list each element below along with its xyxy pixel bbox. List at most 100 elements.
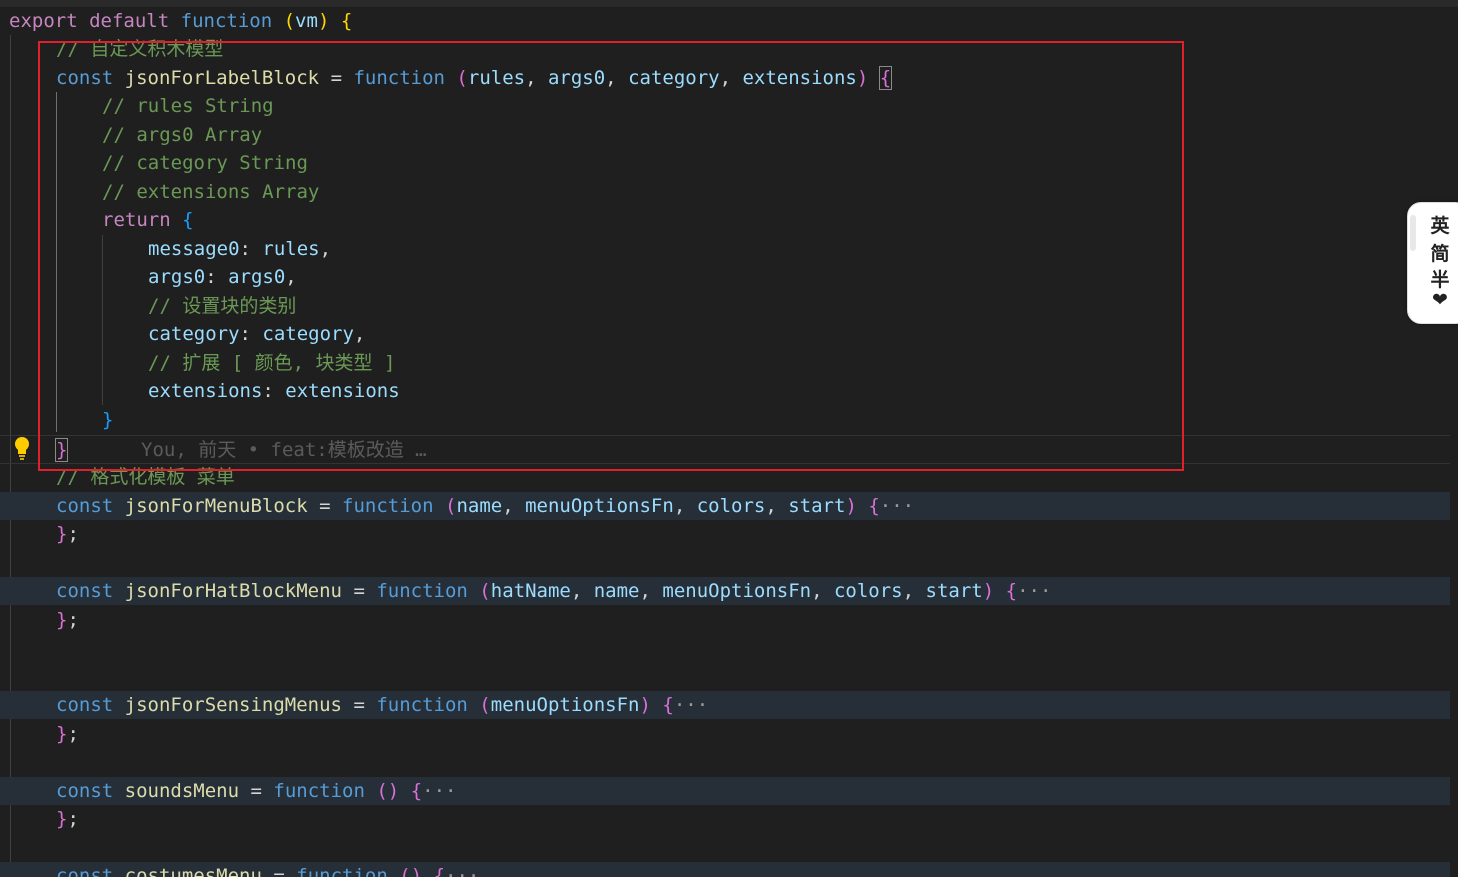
code-text: const jsonForHatBlockMenu = function (ha… (56, 577, 1051, 605)
code-line-folded[interactable]: const jsonForHatBlockMenu = function (ha… (0, 577, 1450, 605)
code-line-folded[interactable]: const jsonForSensingMenus = function (me… (0, 691, 1450, 719)
code-line[interactable]: const jsonForLabelBlock = function (rule… (0, 64, 1450, 92)
code-editor[interactable]: export default function (vm) {// 自定义积木模型… (0, 0, 1458, 877)
git-blame-annotation[interactable]: You, 前天 • feat:模板改造 … (141, 436, 427, 464)
code-token: ( (479, 580, 491, 602)
code-token: const (56, 694, 114, 716)
code-text: }; (56, 805, 79, 833)
code-line-folded[interactable]: const soundsMenu = function () {··· (0, 777, 1450, 805)
code-line[interactable]: category: category, (0, 320, 1450, 348)
code-token: function (342, 495, 434, 517)
code-token: menuOptionsFn (525, 495, 674, 517)
code-text: const jsonForLabelBlock = function (rule… (56, 64, 893, 92)
code-token: const (56, 780, 114, 802)
code-line[interactable]: // 格式化模板 菜单 (0, 463, 1450, 491)
code-token: } (56, 723, 68, 745)
folded-region-ellipsis[interactable]: ··· (422, 780, 456, 802)
code-line[interactable]: // category String (0, 149, 1450, 177)
code-line[interactable]: // extensions Array (0, 178, 1450, 206)
code-token: } (54, 438, 69, 462)
code-token: hatName (490, 580, 571, 602)
code-line[interactable] (0, 549, 1450, 577)
code-line-current[interactable]: } You, 前天 • feat:模板改造 … (0, 435, 1450, 464)
code-token: jsonForHatBlockMenu (124, 580, 342, 602)
code-line[interactable] (0, 748, 1450, 776)
code-token: extensions (148, 380, 263, 402)
folded-region-ellipsis[interactable]: ··· (880, 495, 914, 517)
code-line[interactable]: // 扩展 [ 颜色, 块类型 ] (0, 349, 1450, 377)
code-token: { (662, 694, 674, 716)
code-token: , (502, 495, 526, 517)
code-text: }; (56, 520, 79, 548)
code-token: function (180, 10, 273, 32)
ime-script-toggle[interactable]: 简 (1428, 239, 1452, 266)
code-text: // args0 Array (102, 121, 262, 149)
code-line[interactable]: }; (0, 520, 1450, 548)
code-line[interactable]: }; (0, 805, 1450, 833)
code-token: ; (67, 808, 79, 830)
code-line[interactable]: export default function (vm) { (0, 7, 1450, 35)
code-token: ( (376, 780, 388, 802)
ime-toolbar[interactable]: 英 简 半 ❤ (1407, 202, 1458, 324)
code-text: } (54, 436, 69, 464)
code-token: = (307, 495, 343, 517)
code-line[interactable]: // 自定义积木模型 (0, 35, 1450, 63)
code-line[interactable]: // 设置块的类别 (0, 292, 1450, 320)
code-text: const jsonForSensingMenus = function (me… (56, 691, 708, 719)
code-line-folded[interactable]: const jsonForMenuBlock = function (name,… (0, 492, 1450, 520)
code-token: function (296, 865, 388, 877)
code-token: } (102, 409, 114, 431)
code-line[interactable]: // rules String (0, 92, 1450, 120)
code-line-folded[interactable]: const costumesMenu = function () {··· (0, 862, 1450, 877)
folded-region-ellipsis[interactable]: ··· (674, 694, 708, 716)
code-token: = (342, 694, 377, 716)
lightbulb-icon[interactable] (11, 435, 33, 461)
code-token: ) (845, 495, 857, 517)
ime-width-toggle[interactable]: 半 (1428, 265, 1452, 292)
code-token: , (285, 266, 297, 288)
code-text: } (102, 406, 113, 434)
code-text: // 设置块的类别 (148, 292, 296, 320)
code-line[interactable]: }; (0, 720, 1450, 748)
code-token: { (340, 10, 353, 32)
code-line[interactable] (0, 634, 1450, 662)
ime-language-toggle[interactable]: 英 (1428, 211, 1452, 238)
code-token: ( (283, 10, 296, 32)
code-token: export (9, 10, 78, 32)
code-token: , (570, 580, 594, 602)
code-token: , (353, 323, 366, 345)
code-comment: // extensions Array (102, 181, 320, 203)
code-line[interactable]: return { (0, 206, 1450, 234)
code-token: args0 (547, 67, 606, 89)
code-token: colors (833, 580, 903, 602)
code-comment: // 格式化模板 菜单 (56, 466, 235, 488)
folded-region-ellipsis[interactable]: ··· (445, 865, 479, 877)
ime-drag-handle[interactable] (1410, 215, 1416, 251)
code-token: start (788, 495, 846, 517)
code-line[interactable] (0, 834, 1450, 862)
code-line[interactable]: args0: args0, (0, 263, 1450, 291)
folded-region-ellipsis[interactable]: ··· (1017, 580, 1051, 602)
code-token: colors (696, 495, 766, 517)
code-token: const (56, 495, 114, 517)
code-token: menuOptionsFn (662, 580, 812, 602)
code-line[interactable]: message0: rules, (0, 235, 1450, 263)
code-token: { (868, 495, 880, 517)
code-line[interactable]: extensions: extensions (0, 377, 1450, 405)
code-token: ) (387, 780, 400, 802)
editor-top-strip (0, 0, 1458, 7)
code-line[interactable]: // args0 Array (0, 121, 1450, 149)
ime-heart-icon[interactable]: ❤ (1428, 289, 1452, 311)
code-text: args0: args0, (148, 263, 297, 291)
code-line[interactable]: }; (0, 606, 1450, 634)
code-token: rules (262, 238, 320, 260)
code-line[interactable]: } (0, 406, 1450, 434)
code-token: start (925, 580, 983, 602)
